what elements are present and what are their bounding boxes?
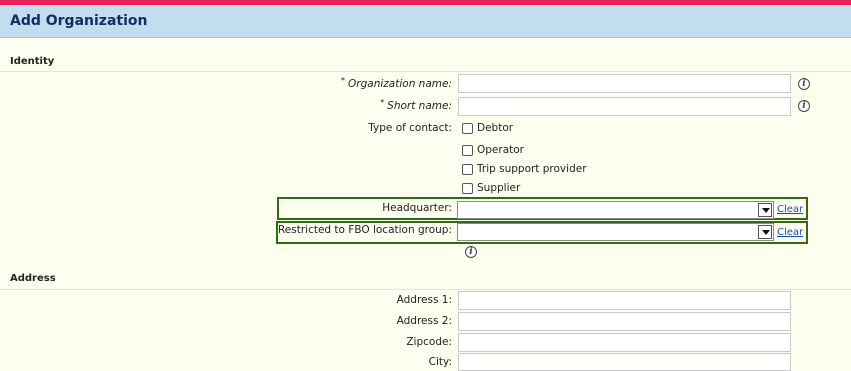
chevron-down-icon[interactable] [758, 203, 772, 217]
organization-name-input[interactable] [458, 74, 791, 93]
headquarter-label: Headquarter: [382, 202, 452, 214]
supplier-checkbox[interactable] [462, 183, 473, 194]
zipcode-input[interactable] [458, 333, 791, 352]
identity-divider [0, 71, 851, 72]
address1-input[interactable] [458, 291, 791, 310]
trip-support-provider-label: Trip support provider [477, 163, 587, 175]
identity-section-title: Identity [10, 56, 55, 67]
info-icon[interactable]: i [465, 246, 477, 258]
address-section-title: Address [10, 273, 56, 284]
city-label: City: [428, 356, 452, 368]
trip-support-provider-checkbox[interactable] [462, 164, 473, 175]
organization-name-label: * Organization name: [341, 76, 452, 90]
short-name-input[interactable] [458, 97, 791, 116]
restricted-fbo-select[interactable] [457, 223, 774, 241]
type-of-contact-label: Type of contact: [368, 122, 452, 134]
headquarter-clear-link[interactable]: Clear [777, 204, 803, 215]
debtor-checkbox[interactable] [462, 123, 473, 134]
zipcode-label: Zipcode: [406, 336, 452, 348]
operator-checkbox[interactable] [462, 145, 473, 156]
chevron-down-icon[interactable] [758, 225, 772, 239]
address2-label: Address 2: [396, 315, 452, 327]
operator-label: Operator [477, 144, 524, 156]
debtor-label: Debtor [477, 122, 514, 134]
page-title: Add Organization [10, 13, 148, 29]
address1-label: Address 1: [396, 294, 452, 306]
required-mark: * [380, 98, 385, 107]
info-icon[interactable]: i [798, 100, 810, 112]
info-icon[interactable]: i [798, 78, 810, 90]
restricted-fbo-clear-link[interactable]: Clear [777, 227, 803, 238]
short-name-label: * Short name: [380, 98, 452, 112]
address2-input[interactable] [458, 312, 791, 331]
address-divider [0, 289, 851, 290]
city-input[interactable] [458, 353, 791, 371]
supplier-label: Supplier [477, 182, 521, 194]
required-mark: * [341, 76, 346, 85]
restricted-fbo-label: Restricted to FBO location group: [277, 224, 452, 236]
title-bar: Add Organization [0, 5, 851, 38]
headquarter-select[interactable] [457, 201, 774, 219]
